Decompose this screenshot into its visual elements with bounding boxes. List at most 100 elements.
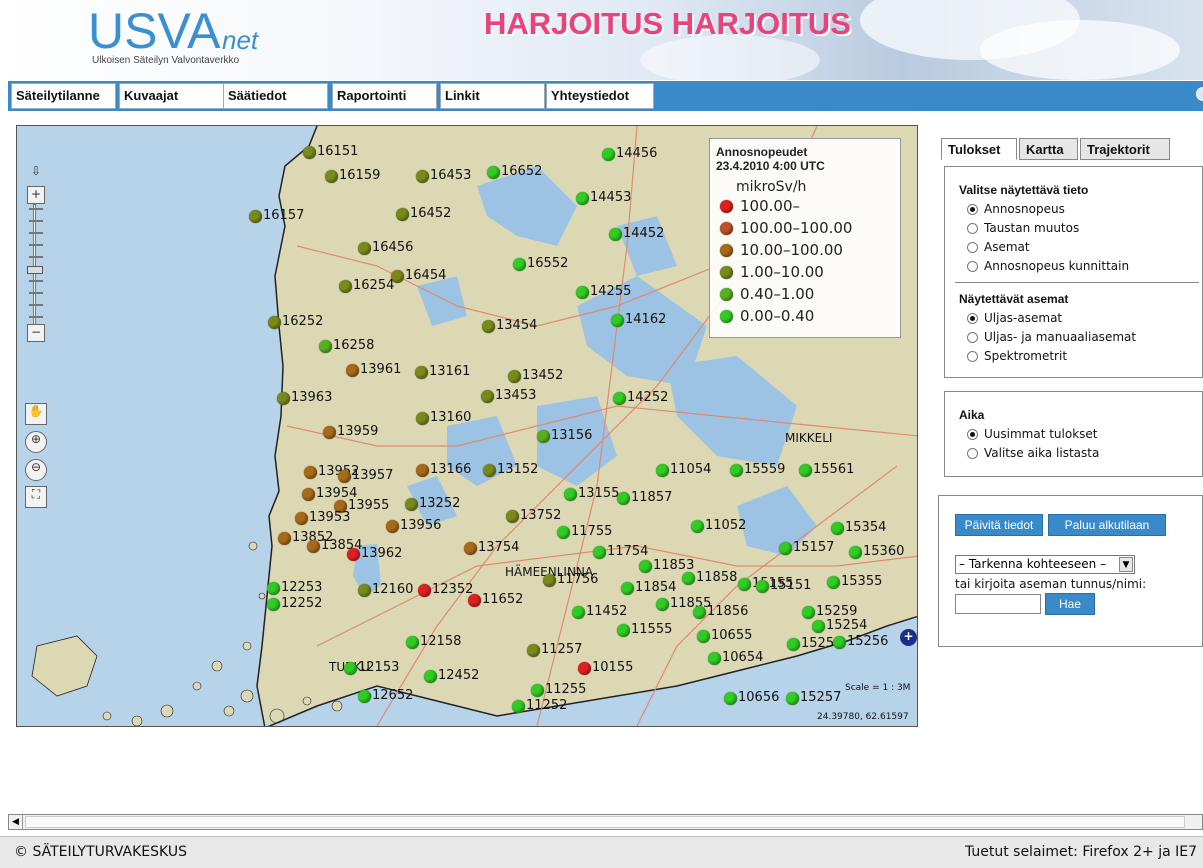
station-marker[interactable] [617, 492, 630, 505]
nav-item-linkit[interactable]: Linkit [440, 83, 545, 109]
reset-button[interactable]: Paluu alkutilaan [1048, 514, 1166, 536]
station-marker[interactable] [483, 464, 496, 477]
station-marker[interactable] [557, 526, 570, 539]
station-marker[interactable] [508, 370, 521, 383]
settings-icon[interactable] [1196, 87, 1203, 101]
station-marker[interactable] [572, 606, 585, 619]
station-marker[interactable] [338, 470, 351, 483]
station-marker[interactable] [564, 488, 577, 501]
station-marker[interactable] [609, 228, 622, 241]
station-marker[interactable] [787, 638, 800, 651]
radio-annosnopeus-kunnittain[interactable]: Annosnopeus kunnittain [959, 258, 1202, 277]
station-marker[interactable] [576, 192, 589, 205]
radio-asemat[interactable]: Asemat [959, 239, 1202, 258]
tab-trajektorit[interactable]: Trajektorit [1080, 138, 1170, 160]
nav-item-yhteystiedot[interactable]: Yhteystiedot [546, 83, 654, 109]
station-marker[interactable] [268, 316, 281, 329]
station-marker[interactable] [416, 464, 429, 477]
scroll-thumb[interactable] [25, 816, 1185, 828]
station-marker[interactable] [697, 630, 710, 643]
station-marker[interactable] [405, 498, 418, 511]
station-marker[interactable] [543, 574, 556, 587]
station-marker[interactable] [267, 598, 280, 611]
station-marker[interactable] [656, 464, 669, 477]
station-marker[interactable] [537, 430, 550, 443]
station-marker[interactable] [849, 546, 862, 559]
station-marker[interactable] [738, 578, 751, 591]
station-marker[interactable] [531, 684, 544, 697]
radio-spektrometrit[interactable]: Spektrometrit [959, 348, 1202, 367]
zoom-box-out-icon[interactable]: ⊖ [25, 459, 47, 481]
station-marker[interactable] [786, 692, 799, 705]
station-marker[interactable] [277, 392, 290, 405]
expand-map-icon[interactable]: + [900, 629, 917, 646]
nav-item-raportointi[interactable]: Raportointi [332, 83, 437, 109]
station-marker[interactable] [779, 542, 792, 555]
station-marker[interactable] [833, 636, 846, 649]
radio-uljas-asemat[interactable]: Uljas-asemat [959, 310, 1202, 329]
station-marker[interactable] [639, 560, 652, 573]
radio-button[interactable] [967, 313, 978, 324]
station-marker[interactable] [482, 320, 495, 333]
station-marker[interactable] [827, 576, 840, 589]
station-search-input[interactable] [955, 594, 1041, 614]
station-marker[interactable] [756, 580, 769, 593]
station-marker[interactable] [424, 670, 437, 683]
station-marker[interactable] [344, 662, 357, 675]
station-marker[interactable] [416, 412, 429, 425]
station-marker[interactable] [323, 426, 336, 439]
station-marker[interactable] [325, 170, 338, 183]
station-marker[interactable] [386, 520, 399, 533]
zoom-out-button[interactable]: − [27, 324, 45, 342]
station-marker[interactable] [576, 286, 589, 299]
radio-button[interactable] [967, 204, 978, 215]
station-marker[interactable] [611, 314, 624, 327]
station-marker[interactable] [512, 700, 525, 713]
station-marker[interactable] [481, 390, 494, 403]
station-marker[interactable] [418, 584, 431, 597]
radio-taustan-muutos[interactable]: Taustan muutos [959, 220, 1202, 239]
logo-text[interactable]: USVA [88, 2, 220, 60]
radio-button[interactable] [967, 223, 978, 234]
station-marker[interactable] [506, 510, 519, 523]
station-marker[interactable] [339, 280, 352, 293]
station-marker[interactable] [487, 166, 500, 179]
station-marker[interactable] [691, 520, 704, 533]
zoom-slider[interactable] [27, 204, 43, 326]
radio-uusimmat[interactable]: Uusimmat tulokset [959, 426, 1202, 445]
tab-tulokset[interactable]: Tulokset [941, 138, 1017, 160]
zoom-handle[interactable] [27, 266, 43, 274]
refresh-button[interactable]: Päivitä tiedot [955, 514, 1043, 536]
station-marker[interactable] [249, 210, 262, 223]
station-marker[interactable] [593, 546, 606, 559]
nav-item-kuvaajat[interactable]: Kuvaajat [119, 83, 224, 109]
station-marker[interactable] [708, 652, 721, 665]
station-marker[interactable] [415, 366, 428, 379]
station-marker[interactable] [527, 644, 540, 657]
station-marker[interactable] [613, 392, 626, 405]
nav-item-sateilytilanne[interactable]: Säteilytilanne [11, 83, 116, 109]
station-marker[interactable] [831, 522, 844, 535]
station-marker[interactable] [617, 624, 630, 637]
station-marker[interactable] [406, 636, 419, 649]
station-marker[interactable] [396, 208, 409, 221]
station-marker[interactable] [730, 464, 743, 477]
zoom-in-button[interactable]: + [27, 186, 45, 204]
chevron-down-icon[interactable]: ▼ [1119, 557, 1133, 572]
station-marker[interactable] [513, 258, 526, 271]
radio-uljas-manuaali[interactable]: Uljas- ja manuaaliasemat [959, 329, 1202, 348]
station-marker[interactable] [799, 464, 812, 477]
station-marker[interactable] [468, 594, 481, 607]
radio-button[interactable] [967, 332, 978, 343]
radio-button[interactable] [967, 448, 978, 459]
station-marker[interactable] [358, 690, 371, 703]
zoom-box-in-icon[interactable]: ⊕ [25, 431, 47, 453]
pan-hand-icon[interactable]: ✋ [25, 403, 47, 425]
station-marker[interactable] [724, 692, 737, 705]
station-marker[interactable] [278, 532, 291, 545]
focus-select[interactable]: – Tarkenna kohteeseen – ▼ [955, 555, 1135, 574]
station-marker[interactable] [304, 466, 317, 479]
nav-item-saatiedot[interactable]: Säätiedot [223, 83, 328, 109]
station-marker[interactable] [347, 548, 360, 561]
station-marker[interactable] [346, 364, 359, 377]
